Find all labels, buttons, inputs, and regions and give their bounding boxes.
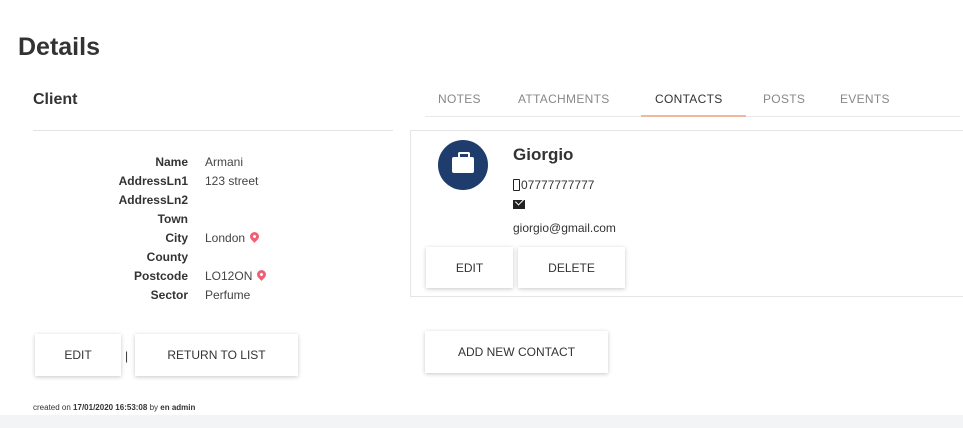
detail-value-text: Perfume — [205, 288, 251, 302]
phone-icon — [513, 179, 520, 191]
detail-value: Armani — [205, 155, 243, 169]
created-info: created on 17/01/2020 16:53:08 by en adm… — [33, 403, 195, 412]
detail-value-text: 123 street — [205, 174, 259, 188]
contact-phone: 07777777777 — [513, 178, 594, 192]
tab-bar: NOTES ATTACHMENTS CONTACTS POSTS EVENTS — [425, 86, 960, 117]
detail-value: Perfume — [205, 288, 250, 302]
detail-label: Sector — [150, 288, 188, 302]
detail-label: Postcode — [133, 269, 188, 283]
edit-contact-button[interactable]: EDIT — [426, 247, 513, 288]
tab-attachments[interactable]: ATTACHMENTS — [518, 92, 610, 106]
detail-row-name: Name Armani — [0, 155, 400, 171]
tab-posts[interactable]: POSTS — [763, 92, 805, 106]
detail-value-text: London — [205, 231, 246, 245]
detail-label: City — [165, 231, 188, 245]
mail-icon — [513, 200, 525, 209]
detail-row-county: County — [0, 250, 400, 266]
detail-value: 123 street — [205, 174, 258, 188]
detail-row-addressln2: AddressLn2 — [0, 193, 400, 209]
delete-contact-button[interactable]: DELETE — [518, 247, 625, 288]
detail-label: AddressLn1 — [118, 174, 188, 188]
add-new-contact-button[interactable]: ADD NEW CONTACT — [425, 331, 608, 373]
map-pin-icon[interactable] — [248, 230, 261, 243]
tab-contacts[interactable]: CONTACTS — [655, 92, 723, 106]
detail-value-text: Armani — [205, 155, 244, 169]
return-to-list-button[interactable]: RETURN TO LIST — [135, 334, 298, 376]
detail-row-sector: Sector Perfume — [0, 288, 400, 304]
detail-row-city: City London — [0, 230, 400, 247]
map-pin-icon[interactable] — [255, 268, 269, 281]
detail-row-town: Town — [0, 212, 400, 228]
created-prefix: created on — [33, 403, 71, 412]
contact-avatar — [438, 140, 488, 190]
edit-client-button[interactable]: EDIT — [35, 334, 121, 376]
active-tab-indicator — [641, 115, 746, 117]
section-divider — [33, 130, 393, 131]
detail-label: County — [146, 250, 188, 264]
page-title: Details — [18, 33, 100, 61]
contact-phone-number: 07777777777 — [521, 178, 595, 192]
detail-row-addressln1: AddressLn1 123 street — [0, 174, 400, 190]
detail-row-postcode: Postcode LO12ON — [0, 268, 400, 285]
detail-value: London — [205, 230, 261, 245]
tab-notes[interactable]: NOTES — [438, 92, 481, 106]
created-date: 17/01/2020 16:53:08 — [73, 403, 148, 412]
detail-label: Town — [157, 212, 188, 226]
button-separator: | — [125, 349, 129, 363]
detail-value: LO12ON — [205, 268, 269, 283]
detail-label: Name — [155, 155, 188, 169]
contact-name: Giorgio — [513, 145, 574, 164]
bottom-strip — [0, 415, 963, 428]
client-section-title: Client — [33, 91, 78, 108]
briefcase-icon — [452, 157, 474, 173]
contact-email: giorgio@gmail.com — [513, 221, 616, 235]
created-by: by — [149, 403, 159, 412]
tab-events[interactable]: EVENTS — [840, 92, 890, 106]
detail-label: AddressLn2 — [118, 193, 188, 207]
created-user: en admin — [160, 403, 196, 412]
detail-value-text: LO12ON — [205, 269, 253, 283]
